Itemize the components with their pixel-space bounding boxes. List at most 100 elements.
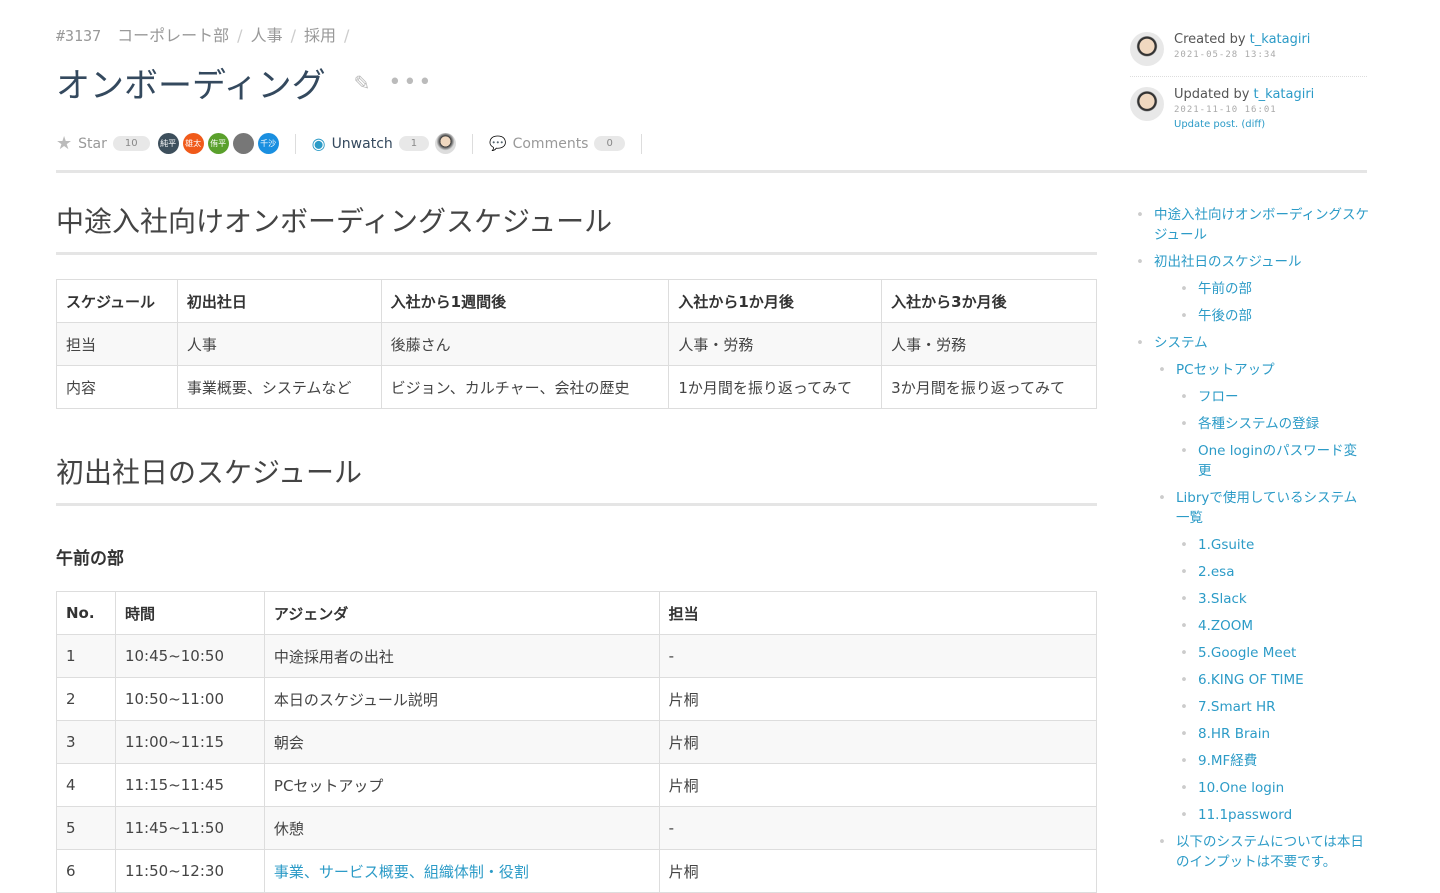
toc-link[interactable]: 3.Slack <box>1198 591 1247 607</box>
table-cell: 朝会 <box>263 720 660 764</box>
toc-link[interactable]: 各種システムの登録 <box>1198 416 1319 432</box>
toc-link[interactable]: 6.KING OF TIME <box>1198 672 1304 688</box>
toc-item[interactable]: 2.esa <box>1180 562 1370 582</box>
toc-item[interactable]: Libryで使用しているシステム一覧 <box>1158 488 1370 528</box>
toc-link[interactable]: 2.esa <box>1198 564 1235 580</box>
table-row: 内容 事業概要、システムなど ビジョン、カルチャー、会社の歴史 1か月間を振り返ってみ… <box>56 365 1097 409</box>
toc-link[interactable]: PCセットアップ <box>1176 362 1275 378</box>
agenda-link[interactable]: 事業、サービス概要、組織体制・役割 <box>274 863 529 881</box>
toc-link[interactable]: 11.1password <box>1198 807 1292 823</box>
toc-item[interactable]: 9.MF経費 <box>1180 751 1370 771</box>
post-header: #3137 コーポレート部 / 人事 / 採用 / オンボーディング ✎ ••• ★ … <box>56 22 1106 154</box>
table-cell: - <box>658 634 1098 678</box>
table-row: 3 11:00~11:15 朝会 片桐 <box>56 720 1098 764</box>
toc-item[interactable]: フロー <box>1180 387 1370 407</box>
table-cell: 5 <box>56 806 116 850</box>
star-button[interactable]: Star <box>78 136 107 152</box>
star-icon[interactable]: ★ <box>56 133 72 154</box>
stargazer-avatar[interactable]: 侑平 <box>207 133 229 154</box>
updater-link[interactable]: t_katagiri <box>1254 87 1315 102</box>
toc-item[interactable]: 1.Gsuite <box>1180 535 1370 555</box>
toc-item[interactable]: 4.ZOOM <box>1180 616 1370 636</box>
update-diff-link[interactable]: Update post. (diff) <box>1174 119 1314 130</box>
divider <box>472 133 474 154</box>
table-cell: 後藤さん <box>380 322 670 366</box>
toc-link[interactable]: 1.Gsuite <box>1198 537 1254 553</box>
table-cell: 人事 <box>176 322 382 366</box>
table-cell: 10:50~11:00 <box>114 677 265 721</box>
toc-link[interactable]: 7.Smart HR <box>1198 699 1276 715</box>
comments-link[interactable]: Comments <box>513 136 589 152</box>
toc-link[interactable]: One loginのパスワード変更 <box>1198 443 1357 479</box>
toc-item[interactable]: 6.KING OF TIME <box>1180 670 1370 690</box>
toc-link[interactable]: システム <box>1154 335 1208 351</box>
more-options-icon[interactable]: ••• <box>388 70 433 95</box>
section-heading: 初出社日のスケジュール <box>56 451 1097 506</box>
post-meta: Created by t_katagiri 2021-05-28 13:34 U… <box>1130 32 1367 140</box>
toc-link[interactable]: Libryで使用しているシステム一覧 <box>1176 490 1357 526</box>
table-cell: 事業概要、システムなど <box>176 365 382 409</box>
column-header: 担当 <box>658 591 1098 635</box>
toc-item[interactable]: 中途入社向けオンボーディングスケジュール <box>1136 205 1370 245</box>
page-title: オンボーディング <box>56 66 326 106</box>
stargazer-avatar[interactable]: 雄太 <box>182 133 204 154</box>
watcher-avatar[interactable] <box>435 133 457 154</box>
toc-item[interactable]: 3.Slack <box>1180 589 1370 609</box>
column-header: アジェンダ <box>263 591 660 635</box>
toc-item[interactable]: 午前の部 <box>1180 279 1370 299</box>
table-cell: 内容 <box>56 365 178 409</box>
toc-link[interactable]: 午前の部 <box>1198 281 1252 297</box>
toc-item[interactable]: 10.One login <box>1180 778 1370 798</box>
toc-link[interactable]: 4.ZOOM <box>1198 618 1253 634</box>
star-count: 10 <box>112 136 150 151</box>
toc-item[interactable]: PCセットアップ <box>1158 360 1370 380</box>
toc-item[interactable]: 初出社日のスケジュール <box>1136 252 1370 272</box>
toc-link[interactable]: 以下のシステムについては本日のインプットは不要です。 <box>1176 834 1364 870</box>
toc-link[interactable]: 中途入社向けオンボーディングスケジュール <box>1154 207 1369 243</box>
toc-item[interactable]: 5.Google Meet <box>1180 643 1370 663</box>
toc-link[interactable]: フロー <box>1198 389 1239 405</box>
table-row: 1 10:45~10:50 中途採用者の出社 - <box>56 634 1098 678</box>
table-cell: 片桐 <box>658 677 1098 721</box>
stargazer-avatar[interactable] <box>232 133 254 154</box>
toc-item[interactable]: 以下のシステムについては本日のインプットは不要です。 <box>1158 832 1370 872</box>
column-header: 初出社日 <box>176 279 382 323</box>
schedule-table: スケジュール 初出社日 入社から1週間後 入社から1か月後 入社から3か月後 担当 人事 後藤… <box>56 279 1097 409</box>
toc-link[interactable]: 9.MF経費 <box>1198 753 1257 769</box>
toc-link[interactable]: 8.HR Brain <box>1198 726 1270 742</box>
toc-item[interactable]: 各種システムの登録 <box>1180 414 1370 434</box>
toc-item[interactable]: 7.Smart HR <box>1180 697 1370 717</box>
toc-link[interactable]: 午後の部 <box>1198 308 1252 324</box>
updated-label: Updated by <box>1174 87 1254 102</box>
column-header: 入社から1か月後 <box>668 279 883 323</box>
column-header: No. <box>56 591 116 635</box>
toc-item[interactable]: システム <box>1136 333 1370 353</box>
breadcrumb-item[interactable]: コーポレート部 <box>117 22 229 46</box>
table-row: 担当 人事 後藤さん 人事・労務 人事・労務 <box>56 322 1097 366</box>
toc-link[interactable]: 初出社日のスケジュール <box>1154 254 1302 270</box>
table-row: 6 11:50~12:30 事業、サービス概要、組織体制・役割 片桐 <box>56 849 1098 893</box>
toc-link[interactable]: 5.Google Meet <box>1198 645 1296 661</box>
breadcrumb-item[interactable]: 人事 <box>251 22 283 46</box>
divider <box>294 133 296 154</box>
creator-link[interactable]: t_katagiri <box>1250 32 1311 47</box>
divider <box>640 133 642 154</box>
column-header: 時間 <box>114 591 265 635</box>
toc-item[interactable]: 8.HR Brain <box>1180 724 1370 744</box>
unwatch-button[interactable]: Unwatch <box>332 136 393 152</box>
toc-item[interactable]: 午後の部 <box>1180 306 1370 326</box>
toc-item[interactable]: 11.1password <box>1180 805 1370 825</box>
toc-link[interactable]: 10.One login <box>1198 780 1284 796</box>
creator-avatar[interactable] <box>1130 32 1164 66</box>
table-cell: - <box>658 806 1098 850</box>
breadcrumb-item[interactable]: 採用 <box>304 22 336 46</box>
stargazer-avatar[interactable]: 千沙 <box>257 133 279 154</box>
table-cell: 人事・労務 <box>668 322 883 366</box>
stargazer-avatar[interactable]: 純平 <box>157 133 179 154</box>
table-row: 4 11:15~11:45 PCセットアップ 片桐 <box>56 763 1098 807</box>
table-cell: 担当 <box>56 322 178 366</box>
edit-pencil-icon[interactable]: ✎ <box>354 71 371 95</box>
eye-icon[interactable]: ◉ <box>312 134 326 153</box>
toc-item[interactable]: One loginのパスワード変更 <box>1180 441 1370 481</box>
updater-avatar[interactable] <box>1130 87 1164 121</box>
